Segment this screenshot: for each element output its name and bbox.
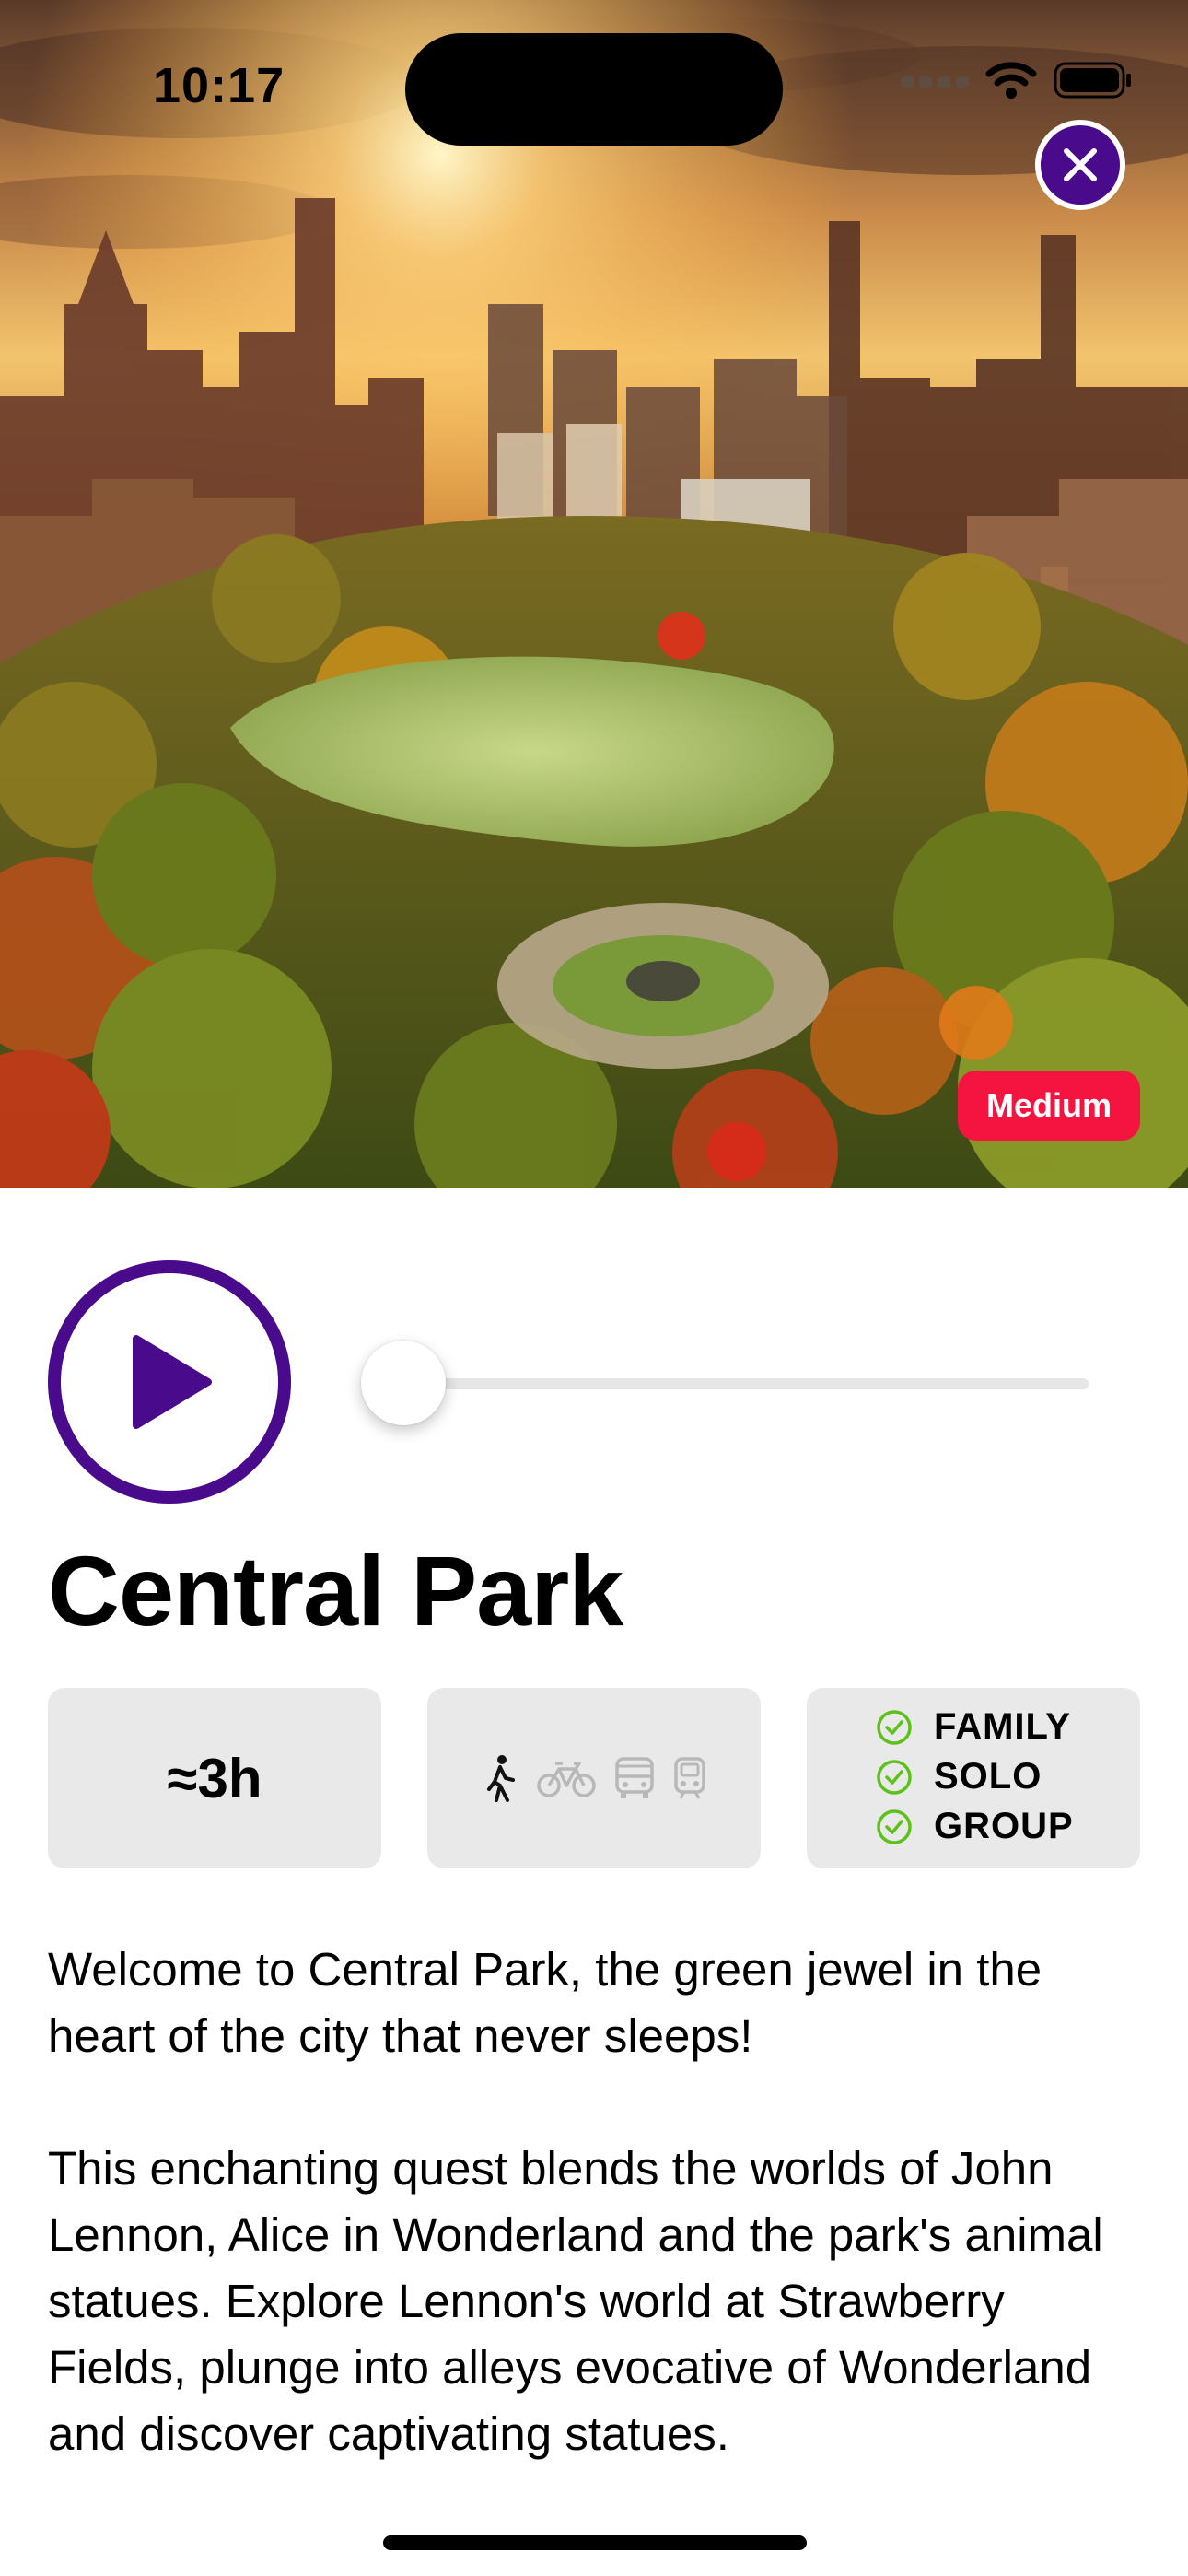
battery-icon [1054, 62, 1131, 99]
audience-label: GROUP [934, 1806, 1074, 1846]
central-park-illustration [0, 0, 1188, 1188]
bike-icon [537, 1762, 596, 1797]
audio-progress-track[interactable] [387, 1378, 1089, 1389]
dynamic-island [405, 33, 783, 146]
status-icons [901, 61, 1133, 100]
audience-label: FAMILY [934, 1706, 1071, 1747]
hero-image: 10:17 Medium [0, 0, 1188, 1188]
wifi-icon [985, 62, 1037, 99]
transport-card [427, 1688, 761, 1868]
check-circle-icon [877, 1759, 912, 1795]
audio-progress-thumb[interactable] [361, 1341, 446, 1425]
quest-detail-screen: 10:17 Medium Central Park ≈3h FAMILY SOL… [0, 0, 1188, 2576]
quest-title: Central Park [48, 1535, 623, 1646]
close-icon [1064, 148, 1097, 181]
description-paragraph: Welcome to Central Park, the green jewel… [48, 1943, 1042, 2062]
duration-card: ≈3h [48, 1688, 381, 1868]
audience-item: FAMILY [875, 1706, 1071, 1748]
quest-description: Welcome to Central Park, the green jewel… [48, 1937, 1144, 2534]
audience-item: SOLO [875, 1756, 1042, 1797]
status-time: 10:17 [153, 58, 285, 113]
tram-icon [674, 1757, 705, 1799]
play-button[interactable] [48, 1260, 291, 1504]
audience-label: SOLO [934, 1756, 1042, 1797]
duration-value: ≈3h [167, 1747, 262, 1809]
difficulty-badge: Medium [958, 1071, 1140, 1141]
bus-icon [615, 1757, 654, 1798]
close-button[interactable] [1035, 120, 1125, 210]
check-circle-icon [877, 1709, 912, 1745]
walk-icon [487, 1755, 515, 1802]
check-circle-icon [877, 1809, 912, 1844]
home-indicator[interactable] [383, 2535, 807, 2550]
description-paragraph: This enchanting quest blends the worlds … [48, 2142, 1103, 2460]
audience-card: FAMILY SOLO GROUP [807, 1688, 1140, 1868]
audience-item: GROUP [875, 1806, 1074, 1847]
play-icon [133, 1335, 212, 1429]
signal-icon [901, 76, 969, 88]
